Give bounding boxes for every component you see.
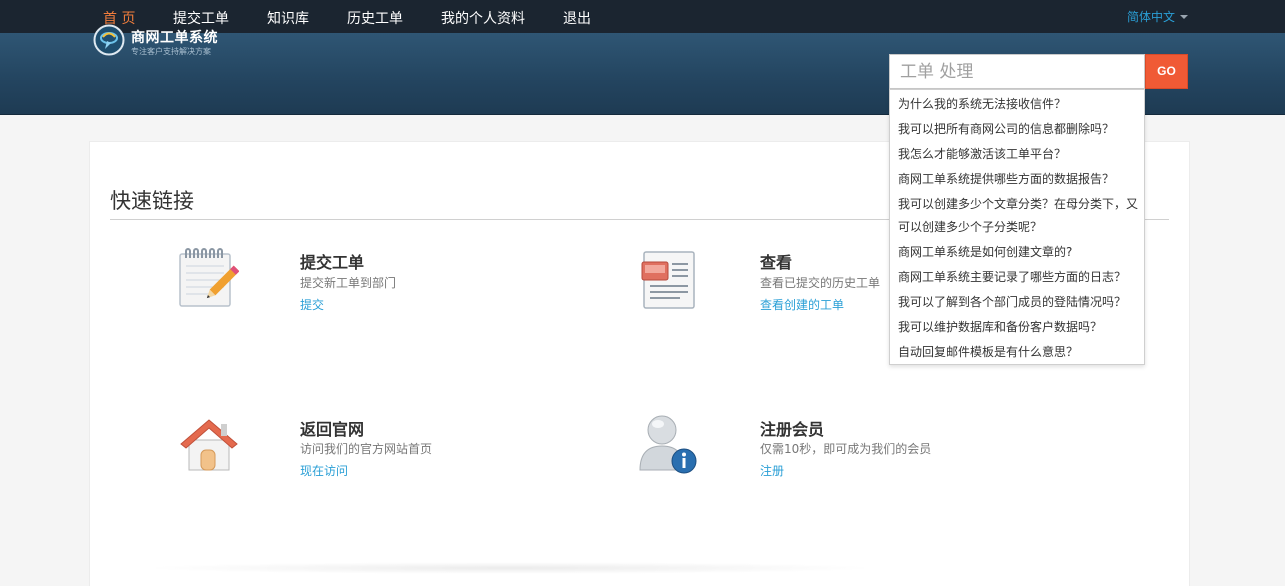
submit-ticket-link[interactable]: 提交 bbox=[300, 296, 324, 313]
register-link[interactable]: 注册 bbox=[760, 462, 784, 479]
view-title: 查看 bbox=[760, 253, 793, 272]
visit-now-link[interactable]: 现在访问 bbox=[300, 462, 348, 479]
suggestion-item[interactable]: 为什么我的系统无法接收信件？ bbox=[898, 96, 1066, 112]
suggestion-item[interactable]: 可以创建多少个子分类呢？ bbox=[898, 219, 1042, 235]
divider-shadow bbox=[140, 562, 880, 574]
nav-logout[interactable]: 退出 bbox=[563, 8, 591, 28]
go-button[interactable]: GO bbox=[1145, 54, 1188, 89]
language-label: 简体中文 bbox=[1127, 10, 1176, 24]
suggestion-item[interactable]: 我可以维护数据库和备份客户数据吗？ bbox=[898, 319, 1102, 335]
nav-knowledge-base[interactable]: 知识库 bbox=[267, 8, 309, 28]
view-desc: 查看已提交的历史工单 bbox=[760, 276, 881, 290]
official-site-desc: 访问我们的官方网站首页 bbox=[300, 442, 433, 456]
brand-slogan: 专注客户支持解决方案 bbox=[131, 47, 211, 56]
suggestion-item[interactable]: 自动回复邮件模板是有什么意思？ bbox=[898, 344, 1078, 360]
suggestion-item[interactable]: 商网工单系统主要记录了哪些方面的日志？ bbox=[898, 269, 1126, 285]
language-selector[interactable]: 简体中文 bbox=[1127, 8, 1189, 25]
search-input[interactable] bbox=[889, 54, 1145, 89]
logo-icon bbox=[93, 24, 125, 56]
caret-down-icon bbox=[1180, 14, 1189, 19]
document-view-icon bbox=[641, 251, 695, 309]
suggestion-item[interactable]: 我怎么才能够激活该工单平台？ bbox=[898, 146, 1066, 162]
view-tickets-link[interactable]: 查看创建的工单 bbox=[760, 296, 844, 313]
official-site-title: 返回官网 bbox=[300, 420, 365, 439]
nav-submit-ticket[interactable]: 提交工单 bbox=[173, 8, 229, 28]
nav-my-profile[interactable]: 我的个人资料 bbox=[441, 8, 525, 28]
home-icon bbox=[180, 419, 238, 471]
search-suggestions: 为什么我的系统无法接收信件？ 我可以把所有商网公司的信息都删除吗？ 我怎么才能够… bbox=[889, 89, 1145, 365]
user-info-icon bbox=[639, 415, 697, 474]
suggestion-item[interactable]: 商网工单系统提供哪些方面的数据报告？ bbox=[898, 171, 1114, 187]
register-desc: 仅需10秒，即可成为我们的会员 bbox=[760, 442, 932, 456]
suggestion-item[interactable]: 我可以把所有商网公司的信息都删除吗？ bbox=[898, 121, 1114, 137]
suggestion-item[interactable]: 我可以了解到各个部门成员的登陆情况吗？ bbox=[898, 294, 1126, 310]
submit-ticket-title: 提交工单 bbox=[300, 253, 365, 272]
register-title: 注册会员 bbox=[760, 420, 825, 439]
brand-name: 商网工单系统 bbox=[131, 30, 218, 46]
notepad-pencil-icon bbox=[179, 248, 239, 307]
submit-ticket-desc: 提交新工单到部门 bbox=[300, 276, 397, 290]
suggestion-item[interactable]: 商网工单系统是如何创建文章的? bbox=[898, 244, 1072, 260]
suggestion-item[interactable]: 我可以创建多少个文章分类？在母分类下，又 bbox=[898, 196, 1138, 212]
section-title: 快速链接 bbox=[110, 189, 194, 213]
nav-ticket-history[interactable]: 历史工单 bbox=[347, 8, 403, 28]
